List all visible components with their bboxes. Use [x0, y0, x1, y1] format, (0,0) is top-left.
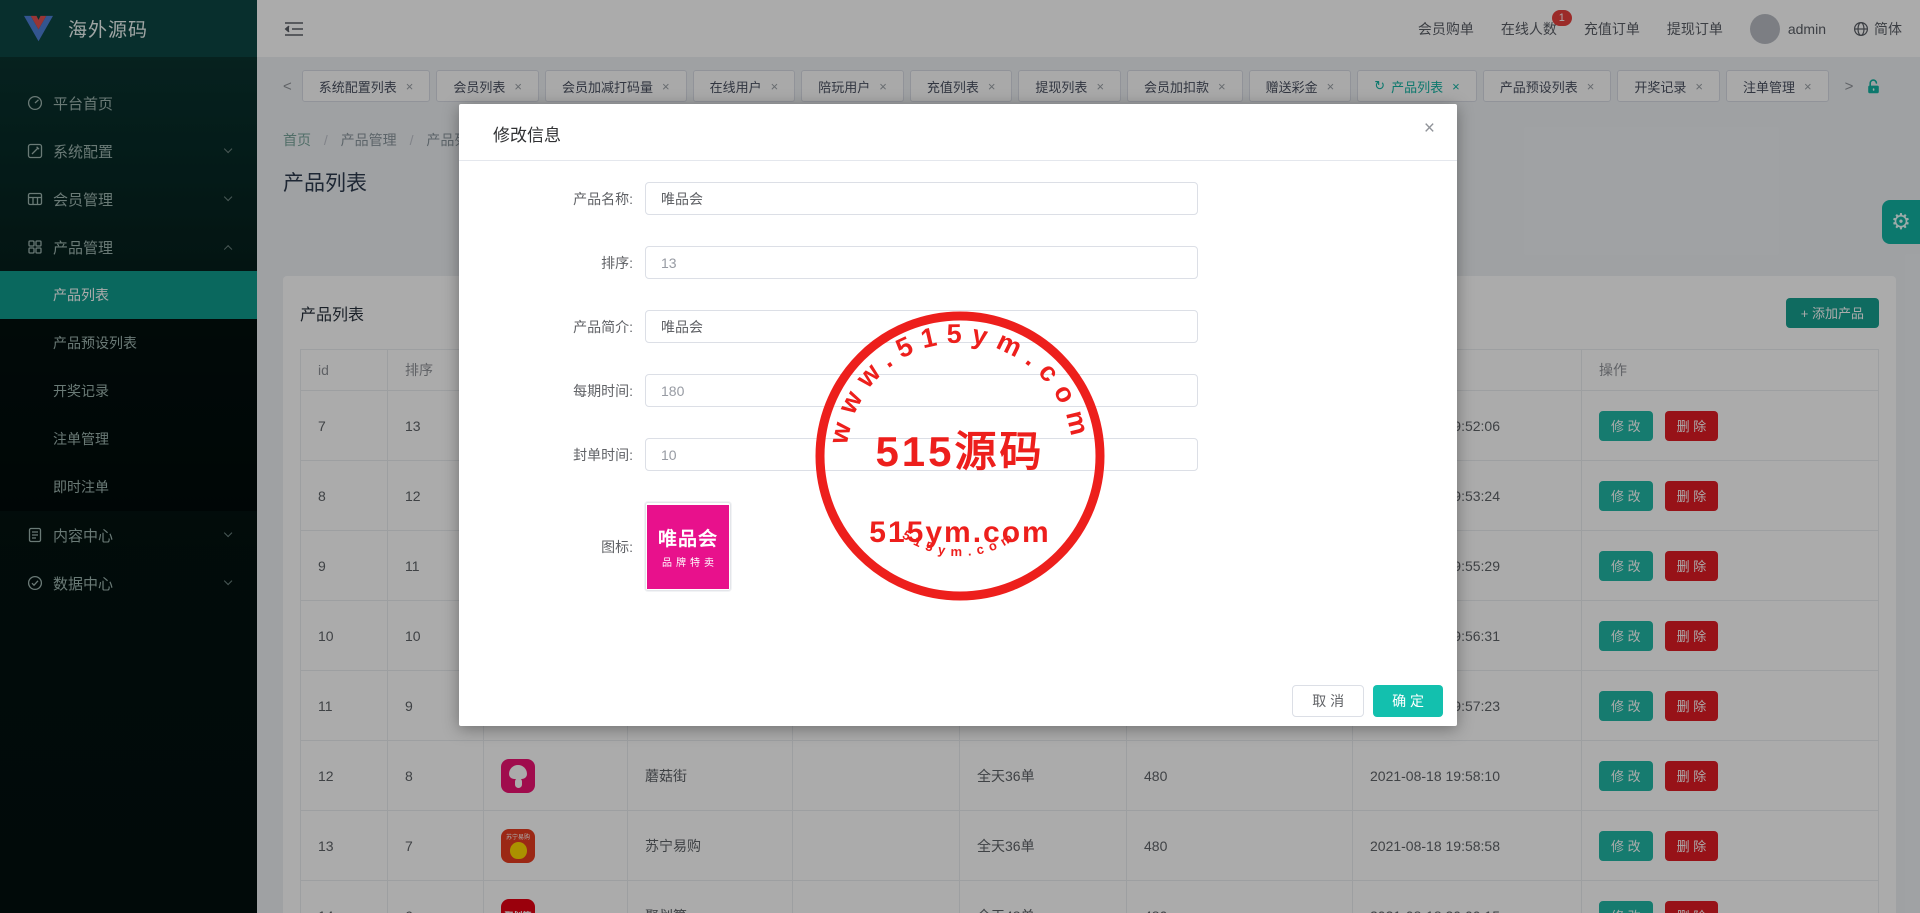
vipshop-logo: 唯品会 品牌特卖	[647, 505, 729, 589]
icon-field-label: 图标:	[459, 537, 633, 557]
field-input[interactable]	[645, 246, 1198, 279]
form-row: 产品名称:	[459, 182, 1457, 215]
close-icon[interactable]: ×	[1424, 119, 1435, 138]
field-input[interactable]	[645, 438, 1198, 471]
field-input[interactable]	[645, 374, 1198, 407]
app-window: 海外源码 平台首页 系统配置 会员管理	[0, 0, 1920, 913]
modal-header: 修改信息 ×	[459, 104, 1457, 161]
field-label: 排序:	[459, 253, 633, 273]
edit-modal: 修改信息 × 产品名称: 排序: 产品简介: 每期时间:	[459, 104, 1457, 726]
modal-form: 产品名称: 排序: 产品简介: 每期时间: 封单时间:	[459, 161, 1457, 591]
field-input[interactable]	[645, 310, 1198, 343]
form-row: 每期时间:	[459, 374, 1457, 407]
icon-upload-preview[interactable]: 唯品会 品牌特卖	[645, 502, 731, 591]
vipshop-logo-line1: 唯品会	[658, 524, 718, 551]
form-row: 排序:	[459, 246, 1457, 279]
field-label: 封单时间:	[459, 445, 633, 465]
field-input[interactable]	[645, 182, 1198, 215]
form-rows: 产品名称: 排序: 产品简介: 每期时间: 封单时间:	[459, 182, 1457, 471]
field-label: 产品简介:	[459, 317, 633, 337]
cancel-button[interactable]: 取 消	[1292, 685, 1364, 717]
form-row: 产品简介:	[459, 310, 1457, 343]
field-label: 产品名称:	[459, 189, 633, 209]
field-label: 每期时间:	[459, 381, 633, 401]
modal-title: 修改信息	[493, 121, 561, 146]
form-row: 封单时间:	[459, 438, 1457, 471]
icon-form-row: 图标: 唯品会 品牌特卖	[459, 502, 1457, 591]
modal-footer: 取 消 确 定	[1292, 685, 1443, 717]
confirm-button[interactable]: 确 定	[1373, 685, 1443, 717]
vipshop-logo-line2: 品牌特卖	[662, 554, 718, 569]
